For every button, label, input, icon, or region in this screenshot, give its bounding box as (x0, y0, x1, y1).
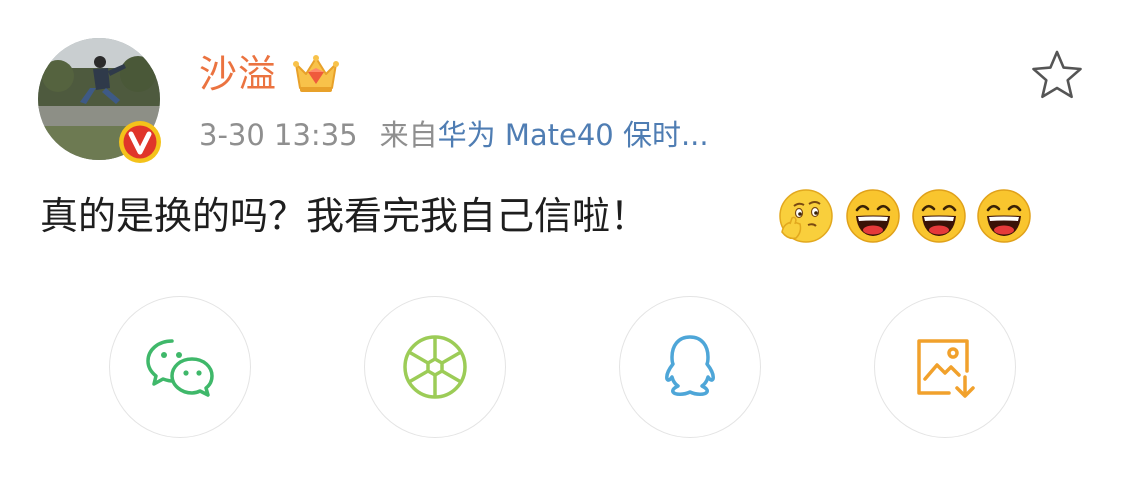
wechat-icon (146, 339, 214, 397)
thinking-emoji (779, 189, 833, 243)
source-device-link[interactable]: 华为 Mate40 保时... (438, 118, 709, 152)
vip-crown-icon (293, 55, 339, 92)
post-timestamp: 3-30 13:35 (199, 118, 358, 152)
star-outline-icon[interactable] (1028, 48, 1086, 104)
share-qq-button[interactable] (619, 296, 761, 438)
post-text: 真的是换的吗？我看完我自己信啦！ (40, 194, 649, 238)
qq-penguin-icon (665, 335, 715, 396)
laughing-emoji (846, 189, 900, 243)
post-meta: 3-30 13:35 来自华为 Mate40 保时... (199, 114, 709, 156)
laughing-emoji (912, 189, 966, 243)
save-image-icon (917, 339, 975, 398)
laughing-emoji (977, 189, 1031, 243)
moments-aperture-icon (403, 335, 467, 399)
share-wechat-button[interactable] (109, 296, 251, 438)
save-image-button[interactable] (874, 296, 1016, 438)
username[interactable]: 沙溢 (199, 48, 277, 100)
source-prefix: 来自 (379, 118, 438, 152)
verified-v-icon (119, 121, 161, 163)
share-moments-button[interactable] (364, 296, 506, 438)
